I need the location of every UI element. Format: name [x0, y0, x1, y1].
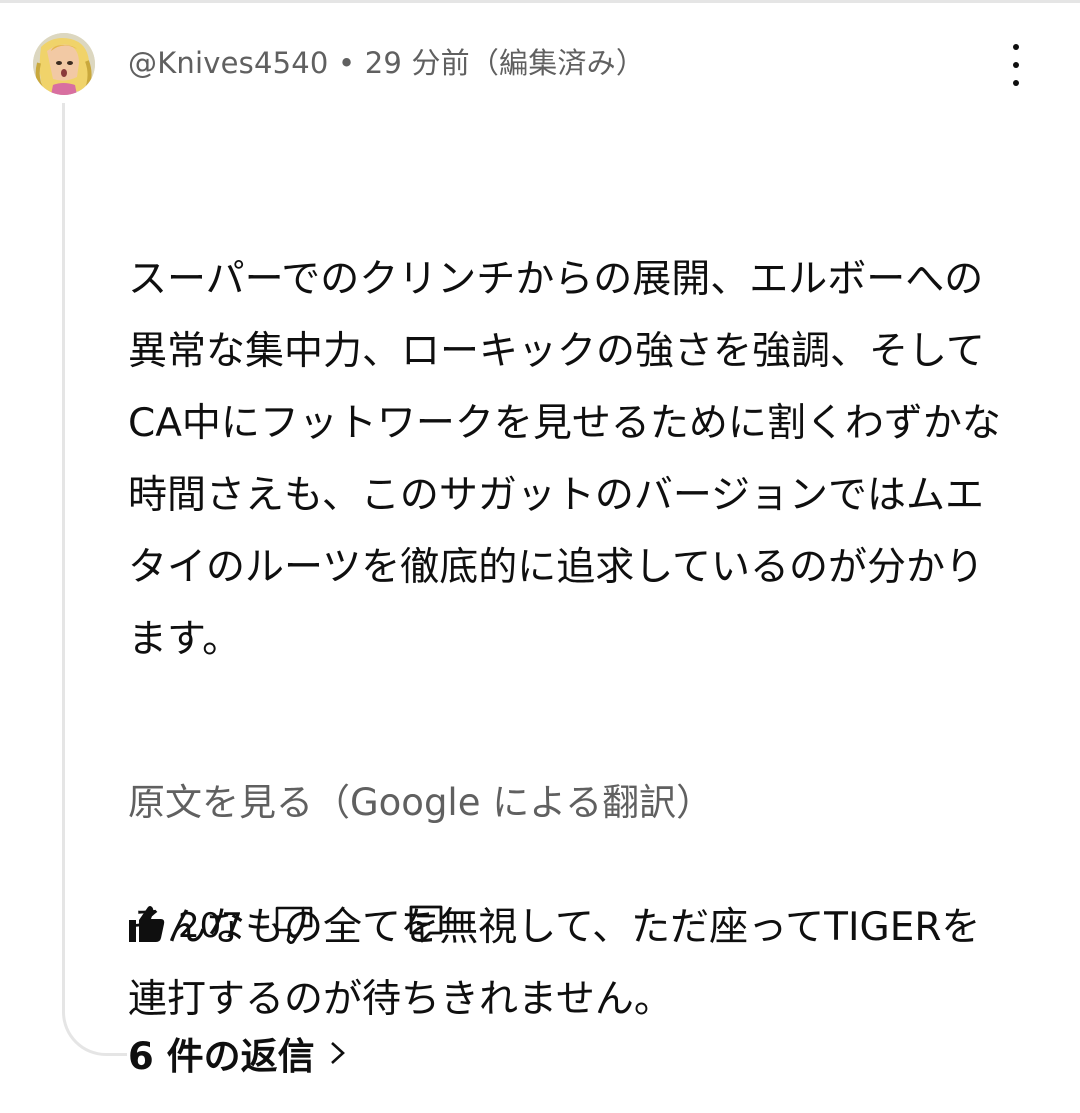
view-replies-button[interactable]: 6 件の返信 — [128, 1025, 347, 1081]
more-options-button[interactable] — [996, 44, 1036, 86]
reply-comment-icon — [409, 905, 443, 943]
thumbs-down-icon — [275, 906, 313, 944]
dislike-button[interactable] — [273, 904, 315, 946]
like-button[interactable] — [128, 904, 166, 944]
comment-text: スーパーでのクリンチからの展開、エルボーへの異常な集中力、ローキックの強さを強調… — [128, 100, 1018, 1108]
three-dots-vertical-icon — [1013, 44, 1019, 50]
thumbs-up-icon — [129, 906, 165, 942]
meta-separator: • — [338, 46, 356, 80]
replies-count-label: 6 件の返信 — [128, 1035, 315, 1078]
author-name[interactable]: @Knives4540 — [128, 46, 329, 80]
comment-header: @Knives4540 • 29 分前（編集済み） — [128, 40, 645, 82]
comment-paragraph-1: スーパーでのクリンチからの展開、エルボーへの異常な集中力、ローキックの強さを強調… — [128, 257, 1001, 662]
comment-time: 29 分前 — [364, 46, 470, 80]
avatar-image — [33, 33, 95, 95]
edited-label: （編集済み） — [469, 46, 646, 80]
see-original-link[interactable]: 原文を見る（Google による翻訳） — [128, 772, 713, 826]
like-count: 207 — [178, 906, 243, 946]
comment-actions: 207 — [128, 900, 628, 952]
author-avatar[interactable] — [33, 33, 95, 95]
chevron-right-icon — [330, 1042, 345, 1064]
reply-button[interactable] — [408, 904, 444, 944]
top-divider — [0, 0, 1080, 13]
reply-thread-line — [62, 103, 127, 1056]
